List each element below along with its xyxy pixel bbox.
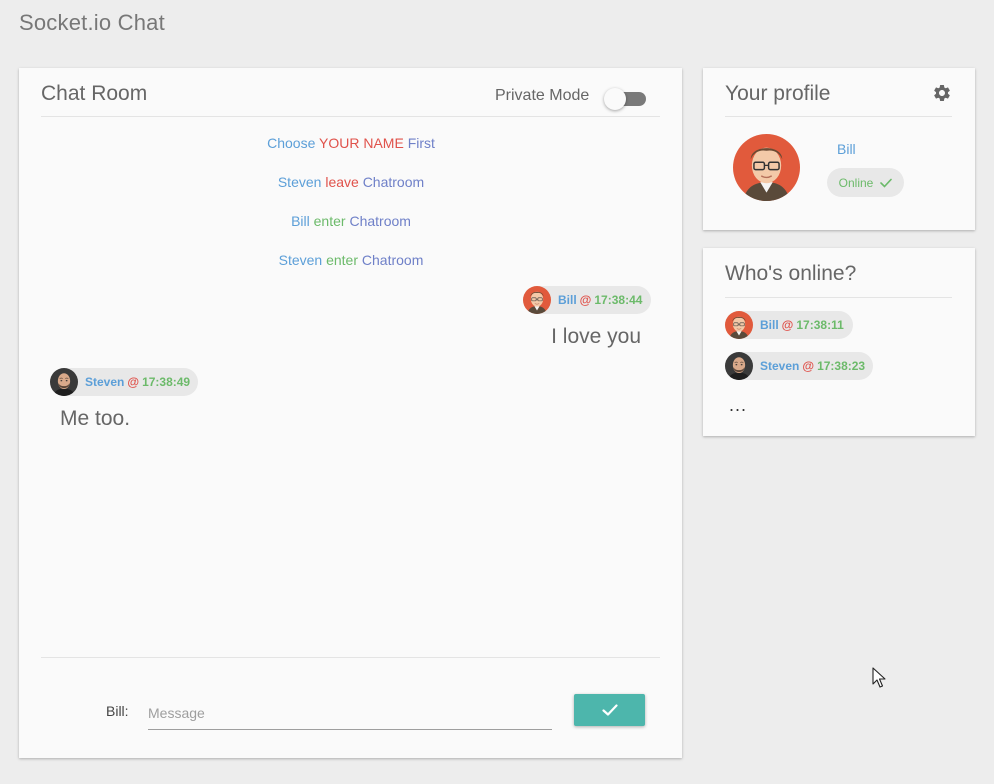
gear-icon (934, 85, 950, 101)
online-user-name: Bill (760, 318, 779, 332)
message-text: Me too. (60, 407, 131, 430)
check-icon (601, 704, 618, 716)
sys-msg-part: YOUR NAME (319, 135, 404, 151)
message-at: @ (579, 293, 592, 307)
chat-room-title: Chat Room (41, 82, 148, 105)
message-author-chip: Steven @ 17:38:49 (50, 368, 198, 396)
sys-msg-user: Steven (278, 252, 323, 268)
check-icon (880, 178, 893, 188)
online-users-panel: Who's online? Bill @ 17:38:11 Steven @ 1… (703, 248, 975, 436)
avatar (50, 368, 78, 396)
status-text: Online (838, 175, 874, 190)
profile-title: Your profile (725, 82, 831, 105)
avatar (725, 311, 753, 339)
online-user-name: Steven (760, 359, 800, 373)
message-text: I love you (551, 325, 641, 348)
online-title: Who's online? (725, 262, 857, 285)
online-user-item[interactable]: Steven @ 17:38:23 (725, 352, 873, 380)
online-user-time: 17:38:11 (796, 318, 844, 332)
message-author: Bill (558, 293, 577, 307)
sys-msg-part: Choose (267, 135, 316, 151)
sys-msg-action: enter (313, 213, 346, 229)
header-divider (725, 116, 952, 117)
profile-panel: Your profile Bill Online (703, 68, 975, 230)
mouse-cursor-icon (872, 667, 886, 688)
sys-msg-user: Steven (277, 174, 322, 190)
status-badge: Online (827, 168, 904, 197)
profile-avatar (733, 134, 800, 201)
composer-divider (41, 657, 660, 658)
sys-msg-room: Chatroom (349, 213, 411, 229)
header-divider (725, 297, 952, 298)
app-title: Socket.io Chat (19, 10, 165, 35)
avatar (523, 286, 551, 314)
online-user-time: 17:38:23 (817, 359, 866, 373)
chat-room-panel: Chat Room Private Mode Choose YOUR NAME … (19, 68, 682, 758)
system-message: Steven enter Chatroom (41, 252, 661, 268)
switch-knob[interactable] (604, 88, 626, 110)
header-divider (41, 116, 660, 117)
send-button[interactable] (574, 694, 645, 726)
avatar (725, 352, 753, 380)
message-author: Steven (85, 375, 125, 389)
online-user-item[interactable]: Bill @ 17:38:11 (725, 311, 853, 339)
sys-msg-room: Chatroom (361, 252, 424, 268)
sys-msg-user: Bill (291, 213, 310, 229)
profile-name: Bill (837, 141, 856, 157)
sys-msg-action: enter (326, 252, 359, 268)
sys-msg-room: Chatroom (362, 174, 425, 190)
settings-button[interactable] (932, 83, 952, 103)
composer-label: Bill: (106, 703, 129, 719)
message-time: 17:38:44 (594, 293, 643, 307)
sys-msg-part: First (407, 135, 435, 151)
online-user-at: @ (781, 318, 794, 332)
message-input[interactable] (148, 696, 552, 730)
message-author-chip: Bill @ 17:38:44 (523, 286, 651, 314)
system-message: Bill enter Chatroom (41, 213, 661, 229)
more-users-indicator: ... (729, 395, 748, 415)
system-message: Choose YOUR NAME First (41, 135, 661, 151)
message-time: 17:38:49 (142, 375, 191, 389)
system-message: Steven leave Chatroom (41, 174, 661, 190)
private-mode-label: Private Mode (495, 87, 590, 104)
private-mode-switch[interactable] (604, 88, 646, 110)
online-user-at: @ (802, 359, 815, 373)
sys-msg-action: leave (325, 174, 359, 190)
message-at: @ (127, 375, 140, 389)
